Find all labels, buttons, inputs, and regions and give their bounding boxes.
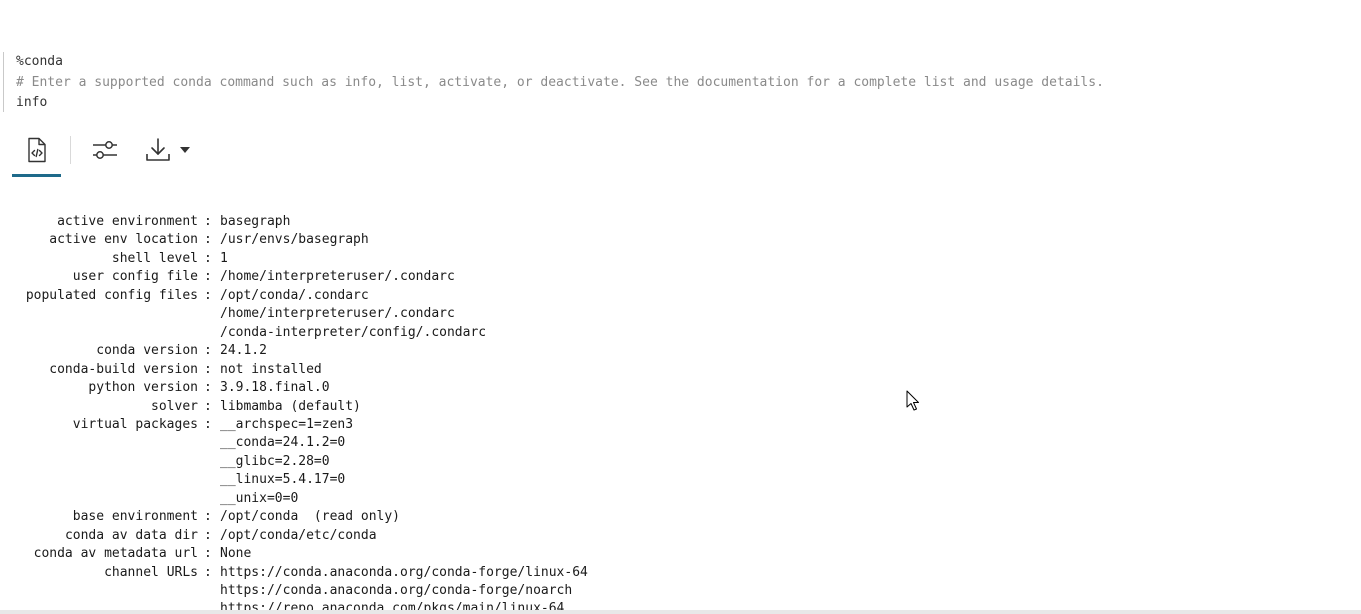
output-key: user config file [72,269,198,285]
output-row: python version:3.9.18.final.0 [0,379,1361,397]
output-separator: : [204,343,212,359]
code-comment-line: # Enter a supported conda command such a… [16,74,1104,90]
output-row: solver: libmamba (default) [0,398,1361,416]
output-value: libmamba (default) [220,398,361,414]
horizontal-scrollbar[interactable] [0,610,1361,614]
download-icon [145,137,171,163]
output-row: base environment: /opt/conda (read only) [0,508,1361,526]
mouse-cursor-icon [906,390,920,417]
code-file-icon [25,137,49,163]
output-value: 24.1.2 [220,343,267,359]
editor-gutter [3,52,4,112]
output-value: __linux=5.4.17=0 [220,472,346,488]
output-row: conda-build version: not installed [0,361,1361,379]
output-value: not installed [220,361,322,377]
output-value: 1 [220,250,228,266]
settings-button[interactable] [88,126,122,174]
output-separator: : [204,214,212,229]
output-value: /opt/conda (read only) [220,509,401,525]
output-separator: : [204,509,212,525]
code-line: %conda [16,54,63,69]
output-separator: : [204,564,212,580]
output-value: __conda=24.1.2=0 [220,435,346,451]
output-separator: : [204,416,212,432]
output-value: 3.9.18.final.0 [220,380,330,396]
output-key: conda av metadata url [33,546,198,562]
output-row: conda av data dir: /opt/conda/etc/conda [0,527,1361,545]
notebook-paragraph: %conda # Enter a supported conda command … [0,0,1361,614]
output-key: shell level [111,250,198,266]
output-row: virtual packages: __archspec=1=zen3 [0,416,1361,434]
output-value: /opt/conda/etc/conda [220,527,377,543]
active-tab-indicator [12,174,61,177]
output-key: conda-build version [49,361,198,377]
output-key: populated config files [25,287,198,303]
output-row: /conda-interpreter/config/.condarc [0,324,1361,342]
output-key: active env location [49,232,198,248]
code-output-tab[interactable] [12,126,61,174]
output-key: virtual packages [72,416,198,432]
output-value: https://conda.anaconda.org/conda-forge/n… [220,583,573,598]
output-key: base environment [72,509,198,525]
output-row: __linux=5.4.17=0 [0,471,1361,489]
output-separator: : [204,287,212,303]
output-key: conda av data dir [64,527,198,543]
output-separator: : [204,527,212,543]
output-key: python version [88,380,198,396]
output-separator: : [204,398,212,414]
output-row: conda av metadata url: None [0,545,1361,563]
output-value: https://conda.anaconda.org/conda-forge/l… [220,564,588,580]
output-row: active environment: basegraph [0,213,1361,231]
output-value: /home/interpreteruser/.condarc [220,269,455,285]
output-row: user config file: /home/interpreteruser/.… [0,268,1361,286]
output-toolbar [0,126,400,178]
output-key: conda version [96,343,198,359]
output-row: conda version:24.1.2 [0,342,1361,360]
output-row: shell level:1 [0,250,1361,268]
output-separator: : [204,269,212,285]
output-value: __glibc=2.28=0 [220,453,330,469]
toolbar-divider [70,136,71,164]
settings-sliders-icon [92,139,118,161]
output-row: populated config files: /opt/conda/.conda… [0,287,1361,305]
output-separator: : [204,546,212,562]
output-row: __glibc=2.28=0 [0,453,1361,471]
output-value: /opt/conda/.condarc [220,287,369,303]
code-line: info [16,95,48,110]
output-separator: : [204,361,212,377]
output-row: channel URLs: https://conda.anaconda.org/… [0,564,1361,582]
output-key: solver [151,398,198,414]
output-separator: : [204,250,212,266]
output-value: basegraph [220,214,291,229]
output-row: __unix=0=0 [0,490,1361,508]
output-value: __unix=0=0 [220,490,299,506]
output-value: /conda-interpreter/config/.condarc [220,324,487,340]
caret-down-icon [179,146,191,154]
output-key: channel URLs [104,564,198,580]
conda-info-output: active environment: basegraph active env l… [0,213,1361,613]
download-button[interactable] [140,126,196,174]
output-row: /home/interpreteruser/.condarc [0,305,1361,323]
output-value: /home/interpreteruser/.condarc [220,306,455,322]
output-key: active environment [57,214,198,229]
output-row: __conda=24.1.2=0 [0,434,1361,452]
code-editor[interactable]: %conda # Enter a supported conda command … [0,52,1361,114]
output-row: active env location: /usr/envs/basegraph [0,231,1361,249]
output-value: __archspec=1=zen3 [220,416,354,432]
output-value: /usr/envs/basegraph [220,232,369,248]
output-separator: : [204,380,212,396]
output-row: https://conda.anaconda.org/conda-forge/n… [0,582,1361,600]
output-value: None [220,546,252,562]
output-separator: : [204,232,212,248]
